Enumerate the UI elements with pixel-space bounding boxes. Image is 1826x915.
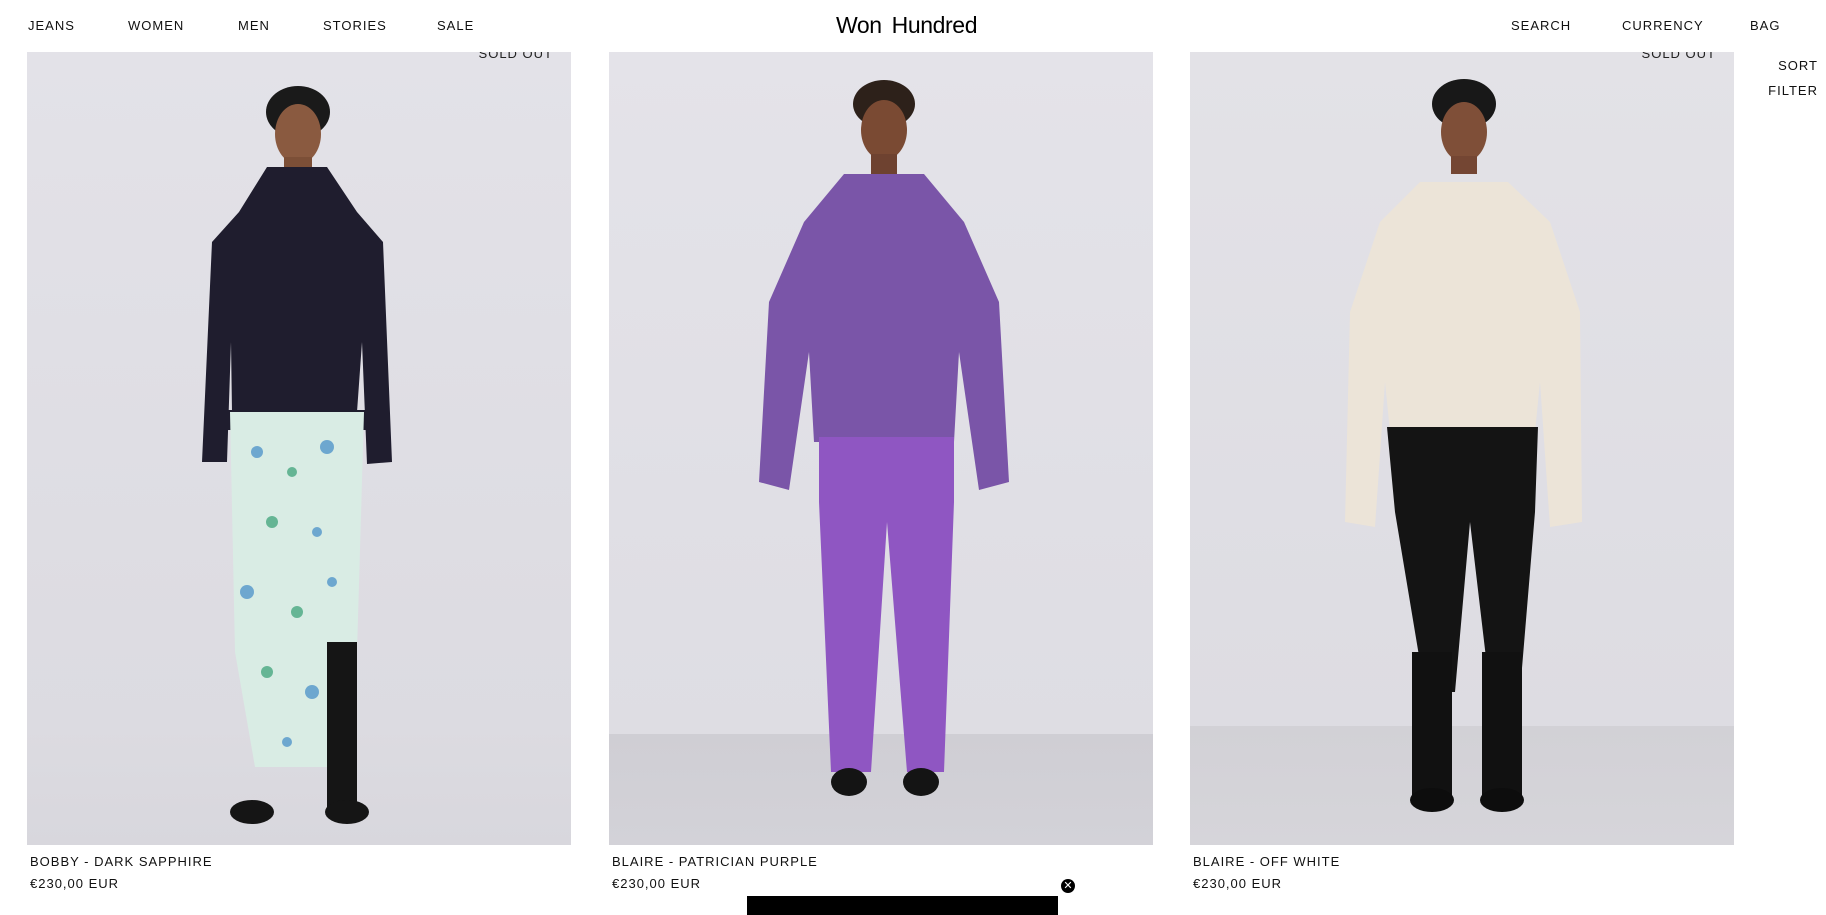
close-icon[interactable]: ✕ — [1061, 879, 1075, 893]
nav-stories[interactable]: STORIES — [323, 18, 387, 33]
site-header: JEANS WOMEN MEN STORIES SALE Won Hundred… — [0, 0, 1826, 52]
product-image[interactable]: SOLD OUT — [27, 52, 571, 845]
promo-banner[interactable] — [747, 896, 1058, 915]
product-card[interactable]: BLAIRE - PATRICIAN PURPLE €230,00 EUR — [609, 52, 1153, 891]
sold-out-badge: SOLD OUT — [478, 52, 553, 61]
model-silhouette — [202, 86, 392, 824]
nav-men[interactable]: MEN — [238, 18, 270, 33]
model-silhouette — [1345, 79, 1582, 812]
product-card[interactable]: SOLD OUT BLAIRE - OFF WHITE €230,00 EUR — [1190, 52, 1734, 891]
product-name[interactable]: BLAIRE - OFF WHITE — [1193, 854, 1340, 869]
filter-button[interactable]: FILTER — [1768, 83, 1818, 98]
product-name[interactable]: BOBBY - DARK SAPPHIRE — [30, 854, 213, 869]
product-name[interactable]: BLAIRE - PATRICIAN PURPLE — [612, 854, 818, 869]
product-price: €230,00 EUR — [30, 876, 120, 891]
model-silhouette — [759, 80, 1009, 796]
nav-search[interactable]: SEARCH — [1511, 18, 1571, 33]
product-image[interactable] — [609, 52, 1153, 845]
sort-button[interactable]: SORT — [1778, 58, 1818, 73]
nav-bag[interactable]: BAG — [1750, 18, 1780, 33]
product-price: €230,00 EUR — [612, 876, 702, 891]
product-image[interactable]: SOLD OUT — [1190, 52, 1734, 845]
nav-women[interactable]: WOMEN — [128, 18, 184, 33]
nav-jeans[interactable]: JEANS — [28, 18, 75, 33]
brand-logo[interactable]: Won Hundred — [836, 12, 977, 39]
nav-currency[interactable]: CURRENCY — [1622, 18, 1704, 33]
product-price: €230,00 EUR — [1193, 876, 1283, 891]
product-card[interactable]: SOLD OUT BOBBY - DARK SAPPHIRE €230,00 E… — [27, 52, 571, 891]
sold-out-badge: SOLD OUT — [1641, 52, 1716, 61]
nav-sale[interactable]: SALE — [437, 18, 474, 33]
